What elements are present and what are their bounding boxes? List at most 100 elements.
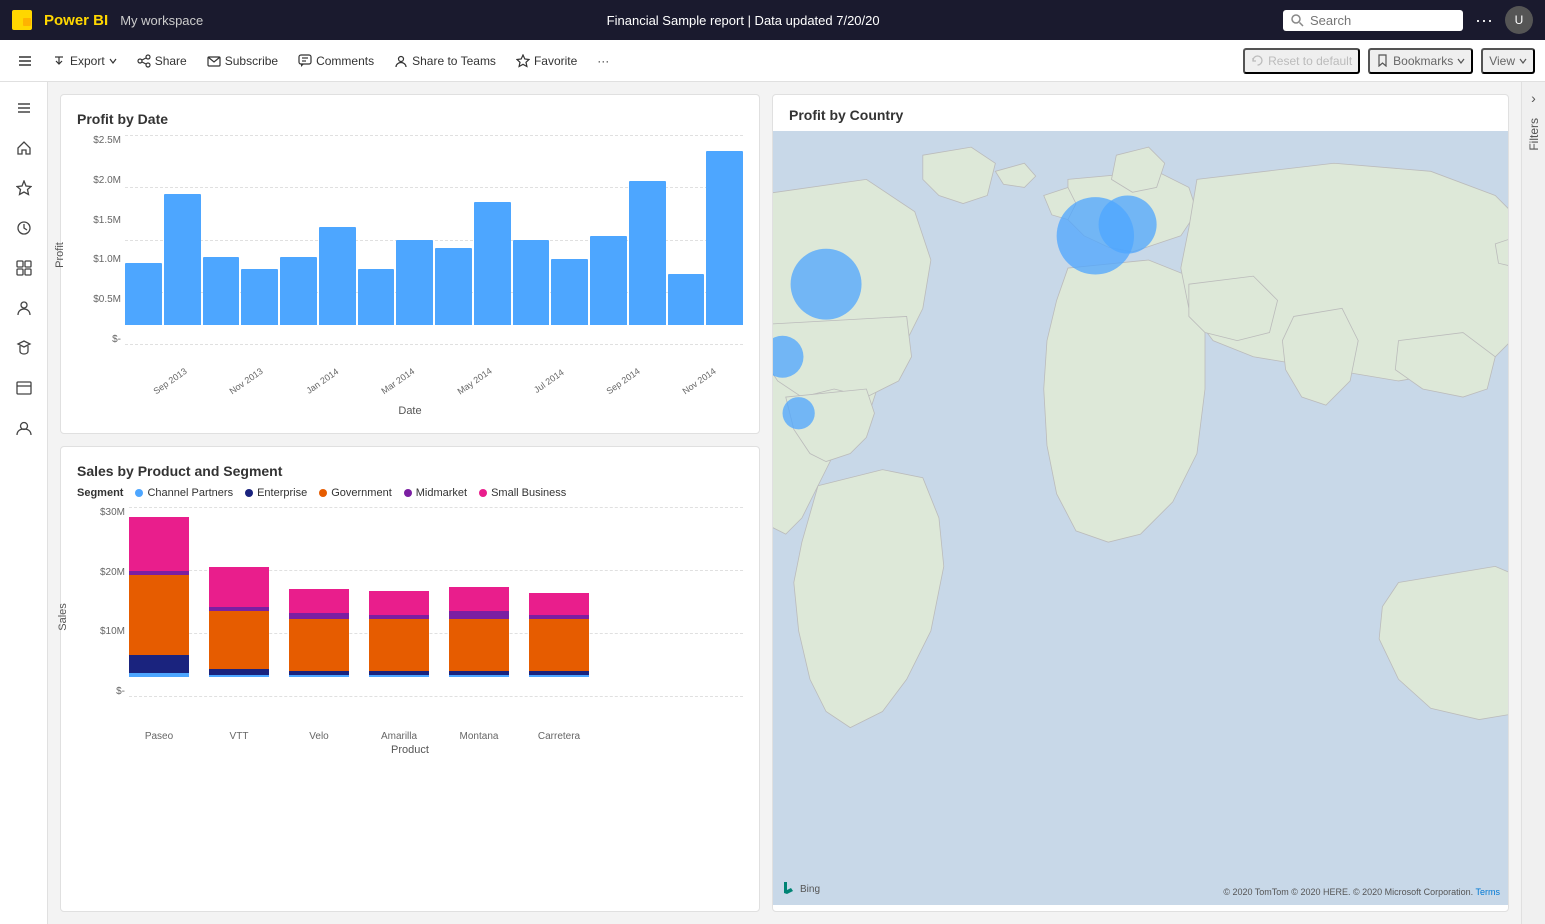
legend-enterprise: Enterprise (245, 487, 307, 499)
filters-label[interactable]: Filters (1527, 118, 1541, 151)
sales-bar[interactable] (529, 593, 589, 677)
profit-bar[interactable] (513, 240, 550, 325)
canada-bubble (791, 249, 862, 320)
sales-bar[interactable] (209, 567, 269, 677)
sales-x-label: VTT (209, 731, 269, 742)
sales-x-label: Montana (449, 731, 509, 742)
sales-bar[interactable] (289, 589, 349, 677)
world-map-svg (773, 131, 1508, 905)
comments-button[interactable]: Comments (290, 50, 382, 72)
profit-by-date-panel: Profit by Date Profit $2.5M $2.0M (60, 94, 760, 434)
profit-bar[interactable] (590, 236, 627, 325)
profit-bars-container (77, 135, 743, 355)
view-chevron-icon (1519, 57, 1527, 65)
profit-bar[interactable] (164, 194, 201, 325)
terms-link[interactable]: Terms (1476, 887, 1501, 897)
toolbar: Export Share Subscribe Comments Share to… (0, 40, 1545, 82)
export-button[interactable]: Export (44, 50, 125, 72)
profit-bar[interactable] (125, 263, 162, 325)
profit-bar[interactable] (319, 227, 356, 325)
favorite-button[interactable]: Favorite (508, 50, 585, 72)
profit-bar[interactable] (280, 257, 317, 325)
sales-by-product-panel: Sales by Product and Segment Segment Cha… (60, 446, 760, 912)
sales-x-labels: PaseoVTTVeloAmarillaMontanaCarretera (77, 727, 743, 742)
profit-bar[interactable] (435, 248, 472, 325)
sales-x-label: Amarilla (369, 731, 429, 742)
bing-icon (781, 881, 797, 897)
profit-bar[interactable] (668, 274, 705, 325)
map-area: Bing © 2020 TomTom © 2020 HERE. © 2020 M… (773, 131, 1508, 905)
reset-default-button[interactable]: Reset to default (1243, 48, 1360, 74)
profit-by-country-title: Profit by Country (773, 95, 1508, 131)
sidebar-icon-home[interactable] (6, 130, 42, 166)
profit-bar[interactable] (706, 151, 743, 325)
subscribe-button[interactable]: Subscribe (199, 50, 286, 72)
profit-bar[interactable] (396, 240, 433, 325)
legend-small-business: Small Business (479, 487, 566, 499)
sidebar-icon-shared[interactable] (6, 290, 42, 326)
export-icon (52, 54, 66, 68)
profit-bar[interactable] (203, 257, 240, 325)
profit-bar[interactable] (241, 269, 278, 325)
sales-bars-container (77, 507, 743, 707)
legend-channel-partners: Channel Partners (135, 487, 233, 499)
map-copyright: © 2020 TomTom © 2020 HERE. © 2020 Micros… (1223, 887, 1500, 897)
collapse-filters-button[interactable]: › (1531, 90, 1536, 106)
france-bubble (1057, 197, 1134, 274)
avatar[interactable]: U (1505, 6, 1533, 34)
sales-x-label: Velo (289, 731, 349, 742)
export-chevron-icon (109, 57, 117, 65)
sidebar-icon-apps[interactable] (6, 250, 42, 286)
sidebar-icon-favorites[interactable] (6, 170, 42, 206)
profit-y-axis-label: Profit (54, 242, 66, 268)
profit-bar[interactable] (551, 259, 588, 325)
segment-label: Segment (77, 487, 123, 499)
app-name: Power BI (44, 12, 108, 29)
profit-by-date-title: Profit by Date (77, 111, 743, 127)
content-area: Profit by Date Profit $2.5M $2.0M (48, 82, 1521, 924)
sales-by-product-title: Sales by Product and Segment (77, 463, 743, 479)
more-options-button[interactable]: ··· (1475, 10, 1493, 31)
charts-row: Profit by Date Profit $2.5M $2.0M (60, 94, 1509, 912)
profit-bar[interactable] (629, 181, 666, 325)
share-teams-button[interactable]: Share to Teams (386, 50, 504, 72)
profit-x-axis-label: Date (77, 405, 743, 417)
hamburger-button[interactable] (10, 50, 40, 72)
sidebar-icon-profile[interactable] (6, 410, 42, 446)
share-icon (137, 54, 151, 68)
share-button[interactable]: Share (129, 50, 195, 72)
sales-bar[interactable] (449, 587, 509, 677)
sales-bar[interactable] (369, 591, 429, 677)
sidebar-icon-learn[interactable] (6, 330, 42, 366)
report-title: Financial Sample report | Data updated 7… (215, 13, 1271, 28)
sales-x-axis-label: Product (77, 744, 743, 756)
teams-icon (394, 54, 408, 68)
bing-label: Bing (800, 884, 820, 895)
view-button[interactable]: View (1481, 48, 1535, 74)
sidebar-icon-recent[interactable] (6, 210, 42, 246)
profit-bar[interactable] (358, 269, 395, 325)
search-box[interactable] (1283, 10, 1463, 31)
bing-watermark: Bing (781, 881, 820, 897)
segment-legend: Segment Channel Partners Enterprise Gove… (77, 487, 743, 499)
left-sidebar (0, 82, 48, 924)
workspace-label[interactable]: My workspace (120, 13, 203, 28)
profit-bar[interactable] (474, 202, 511, 325)
sales-bar[interactable] (129, 517, 189, 677)
profit-by-country-panel: Profit by Country (772, 94, 1509, 912)
sidebar-icon-menu[interactable] (6, 90, 42, 126)
charts-left: Profit by Date Profit $2.5M $2.0M (60, 94, 760, 912)
sidebar-icon-workspaces[interactable] (6, 370, 42, 406)
favorite-icon (516, 54, 530, 68)
search-input[interactable] (1310, 13, 1440, 28)
more-toolbar-button[interactable]: ··· (589, 50, 617, 72)
legend-midmarket: Midmarket (404, 487, 467, 499)
app-icon (12, 10, 32, 30)
profit-x-labels: Sep 2013 Nov 2013 Jan 2014 Mar 2014 May … (77, 377, 743, 387)
mexico-bubble (783, 397, 815, 429)
sales-x-label: Paseo (129, 731, 189, 742)
legend-government: Government (319, 487, 392, 499)
top-navigation: Power BI My workspace Financial Sample r… (0, 0, 1545, 40)
main-layout: Profit by Date Profit $2.5M $2.0M (0, 82, 1545, 924)
bookmarks-button[interactable]: Bookmarks (1368, 48, 1473, 74)
